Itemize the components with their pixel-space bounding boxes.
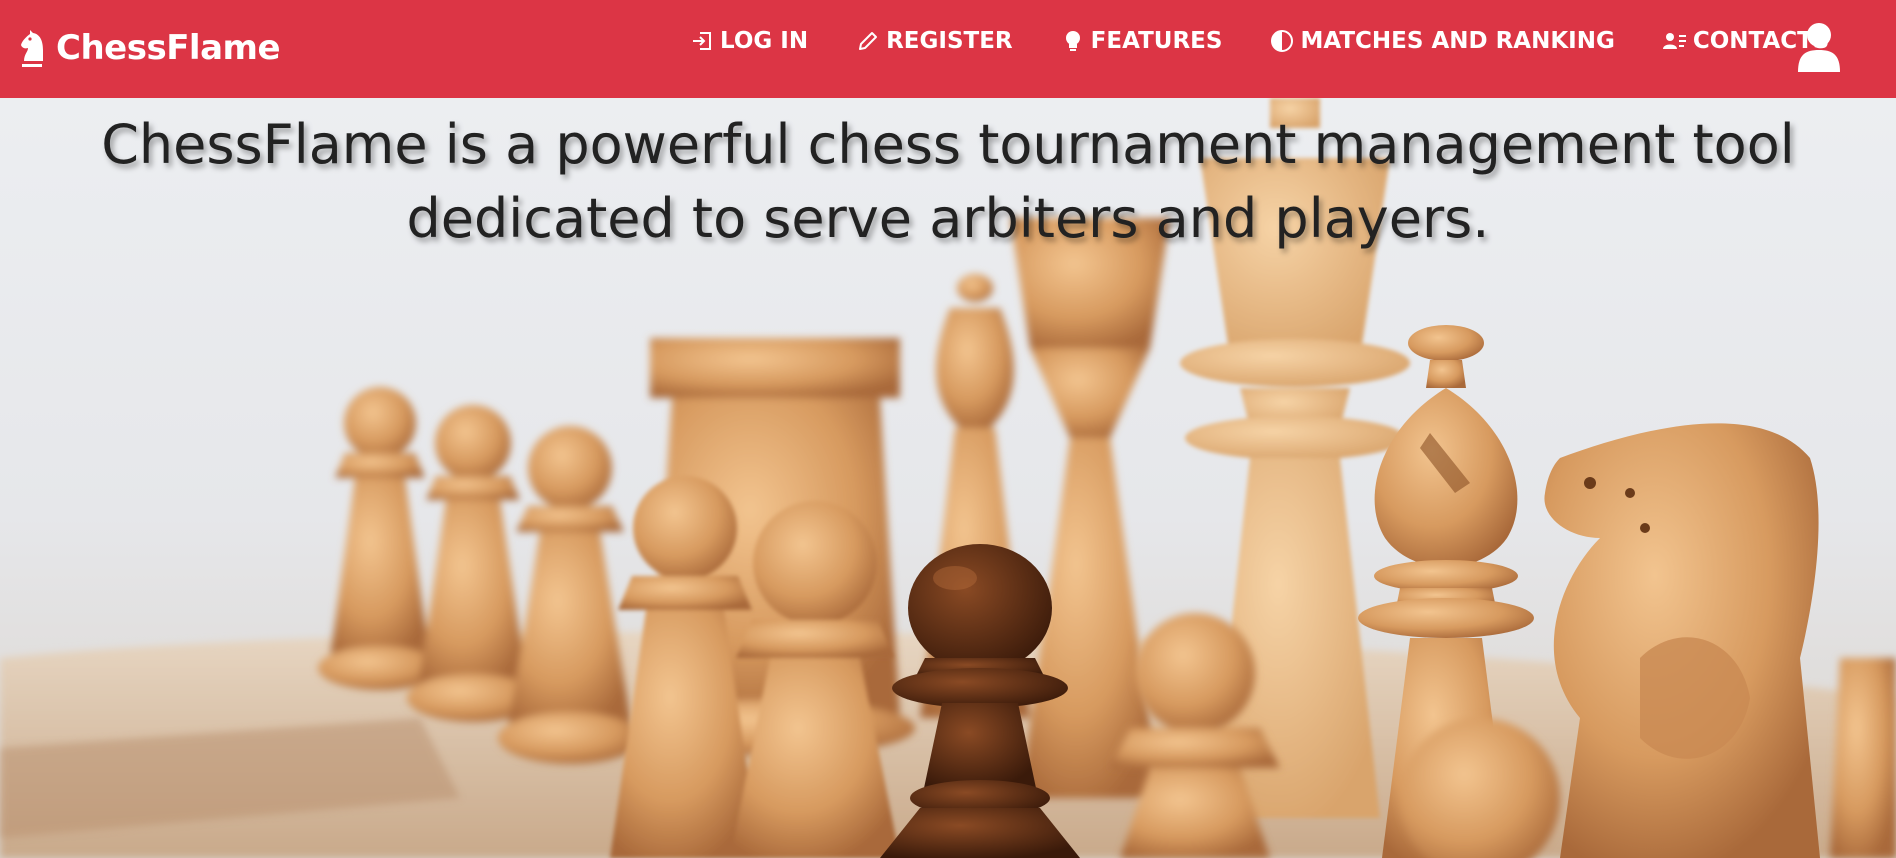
hero-headline: ChessFlame is a powerful chess tournamen…	[101, 113, 1795, 250]
nav-links: LOG IN REGISTER FEATURES MATCHES AND RAN…	[690, 28, 1877, 54]
chess-knight-icon	[16, 28, 48, 68]
login-icon	[690, 29, 714, 53]
nav-register[interactable]: REGISTER	[856, 28, 1013, 54]
brand-link[interactable]: ChessFlame	[16, 28, 281, 68]
nav-login[interactable]: LOG IN	[690, 28, 808, 54]
nav-features-label: FEATURES	[1090, 28, 1223, 54]
nav-login-label: LOG IN	[720, 28, 809, 54]
user-account-button[interactable]	[1796, 22, 1842, 74]
pencil-icon	[856, 29, 880, 53]
half-circle-icon	[1270, 29, 1294, 53]
navbar: ChessFlame LOG IN REGISTER FEATURES MATC…	[0, 0, 1896, 98]
brand-name: ChessFlame	[56, 28, 281, 68]
nav-register-label: REGISTER	[886, 28, 1013, 54]
nav-matches-ranking[interactable]: MATCHES AND RANKING	[1270, 28, 1615, 54]
contact-list-icon	[1662, 29, 1687, 53]
nav-matches-ranking-label: MATCHES AND RANKING	[1300, 28, 1615, 54]
lightbulb-icon	[1061, 29, 1085, 53]
nav-features[interactable]: FEATURES	[1061, 28, 1223, 54]
user-icon	[1796, 23, 1842, 78]
hero-section: ChessFlame is a powerful chess tournamen…	[0, 98, 1896, 858]
